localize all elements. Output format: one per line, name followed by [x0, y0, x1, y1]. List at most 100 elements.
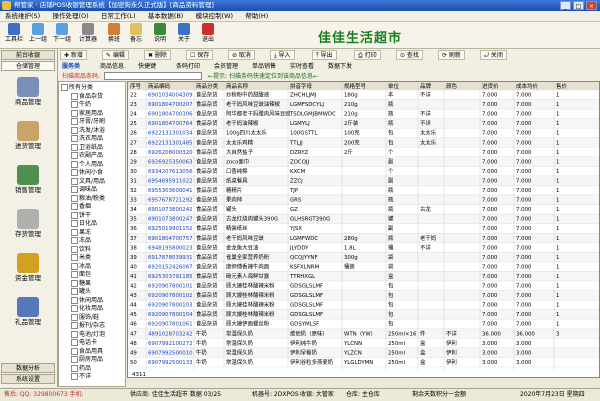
- tree-node-label: 电池/灯泡: [79, 330, 106, 338]
- table-cell: 3.000: [482, 341, 498, 347]
- menu-basic-data[interactable]: 基本数据(B): [143, 11, 189, 21]
- table-cell: 3.000: [482, 350, 498, 356]
- table-cell: 210g: [344, 102, 358, 108]
- tree-node[interactable]: 不详: [71, 372, 91, 381]
- data-analysis-button[interactable]: 数据分析: [1, 363, 55, 373]
- table-cell: 食品杂货: [196, 310, 218, 318]
- front-cashier-button[interactable]: 前台收银: [1, 50, 55, 60]
- table-cell: 不详: [446, 329, 457, 337]
- table-cell: 精装纸丝: [226, 224, 248, 232]
- toolbar-button-4[interactable]: 换班: [104, 23, 124, 47]
- function-button-9[interactable]: ⟳ 刷新: [438, 50, 465, 60]
- table-cell: 7.000: [482, 140, 498, 146]
- function-button-5[interactable]: ⤓ 导入: [270, 50, 295, 60]
- table-cell: 26: [130, 131, 137, 137]
- table-cell: 件: [420, 329, 426, 337]
- table-cell: GDSGLSLMF: [290, 312, 323, 318]
- table-cell: 1: [556, 93, 559, 99]
- table-cell: 6920907801061: [148, 322, 193, 328]
- tree-node-label: 冻品: [79, 237, 92, 244]
- table-cell: 6925019901152: [148, 226, 193, 232]
- function-button-0[interactable]: ✚ 新增: [60, 50, 87, 60]
- maximize-button[interactable]: □: [573, 1, 584, 10]
- toolbar-button-3[interactable]: 计算器: [78, 23, 98, 47]
- expand-icon: [71, 203, 78, 210]
- table-cell: 包: [388, 282, 394, 290]
- table-cell: TTRHXGL: [289, 274, 315, 280]
- toolbar-button-5[interactable]: 备忘: [126, 23, 146, 47]
- table-cell: 6954695911022: [148, 178, 193, 184]
- table-cell: 1: [556, 226, 559, 232]
- module-purchase[interactable]: 进货管理: [4, 121, 52, 155]
- module-label: 资金管理: [15, 274, 41, 282]
- subtab-3[interactable]: 条码打印: [176, 62, 200, 71]
- table-cell: 7.000: [516, 169, 532, 175]
- module-gift[interactable]: 礼品管理: [4, 297, 52, 331]
- expand-icon: [71, 211, 78, 219]
- subtab-4[interactable]: 会员管理: [214, 62, 238, 71]
- table-cell: 7.000: [482, 102, 498, 108]
- table-cell: 38: [130, 245, 137, 251]
- table-cell: 7.000: [482, 284, 498, 290]
- expand-icon: [71, 313, 78, 321]
- table-cell: 1: [556, 102, 559, 108]
- table-cell: 口香纯棉: [226, 167, 248, 175]
- function-button-1[interactable]: ✎ 编辑: [102, 50, 129, 60]
- subtab-0[interactable]: 服务类: [62, 62, 80, 71]
- function-button-6[interactable]: ⤒ 导出: [312, 50, 337, 60]
- table-cell: 食品杂货: [196, 234, 218, 242]
- function-button-8[interactable]: ⊙ 查找: [396, 50, 423, 60]
- toolbar-button-0[interactable]: 工具栏: [4, 23, 24, 47]
- table-cell: TJP: [289, 188, 299, 194]
- menu-operation[interactable]: 操作处理(O): [47, 11, 93, 21]
- subtab-5[interactable]: 单品销售: [252, 62, 276, 71]
- function-button-3[interactable]: ☐ 保存: [186, 50, 214, 60]
- table-cell: 7.000: [516, 198, 532, 204]
- table-cell: KXCM: [290, 169, 306, 175]
- scan-barcode-input[interactable]: [104, 72, 202, 80]
- subtab-7[interactable]: 数据下发: [328, 62, 352, 71]
- module-sales[interactable]: 销售管理: [4, 165, 52, 199]
- menu-help[interactable]: 帮助(H): [240, 11, 273, 21]
- module-goods[interactable]: 商品管理: [4, 77, 52, 111]
- table-cell: 6907992500010: [148, 350, 193, 356]
- table-cell: 7.000: [482, 178, 498, 184]
- table-cell: 7.000: [482, 121, 498, 127]
- table-cell: GDSGLSLMF: [290, 284, 323, 290]
- close-button[interactable]: ×: [586, 1, 597, 10]
- app-icon: [2, 1, 11, 10]
- menu-module[interactable]: 模块控制(W): [191, 11, 239, 21]
- toolbar-button-2[interactable]: 下一组: [52, 23, 72, 47]
- system-settings-button[interactable]: 系统设置: [1, 374, 55, 384]
- function-button-7[interactable]: ⎙ 打印: [354, 50, 381, 60]
- subtab-6[interactable]: 实时查看: [290, 62, 314, 71]
- function-button-10[interactable]: ⤾ 关闭: [480, 50, 507, 60]
- menu-daily[interactable]: 日常工作(L): [96, 11, 141, 21]
- minimize-button[interactable]: _: [560, 1, 571, 10]
- expand-icon: [71, 364, 78, 372]
- table-cell: 300g: [344, 255, 358, 261]
- toolbar-button-1[interactable]: 上一组: [28, 23, 48, 47]
- toolbar-button-7[interactable]: 关于: [174, 23, 194, 47]
- function-button-2[interactable]: ✖ 删除: [144, 50, 171, 60]
- menu-system[interactable]: 系统维护(S): [0, 11, 45, 21]
- subtab-1[interactable]: 商品信息: [100, 62, 124, 71]
- table-cell: 包: [388, 129, 394, 137]
- module-money[interactable]: 资金管理: [4, 253, 52, 287]
- table-cell: 瓶: [388, 100, 394, 108]
- table-cell: 7.000: [516, 140, 532, 146]
- table-cell: 1: [556, 312, 559, 318]
- table-header-cell: 成本均价: [516, 82, 539, 90]
- function-button-4[interactable]: ⊘ 取消: [228, 50, 255, 60]
- table-cell: 顾大嫂桂林酸辣米粉: [226, 301, 275, 309]
- subtab-2[interactable]: 快捷键: [138, 62, 156, 71]
- warehouse-button[interactable]: 仓储管理: [1, 61, 55, 71]
- table-cell: 伊利: [446, 348, 457, 356]
- toolbar-button-6[interactable]: 说明: [150, 23, 170, 47]
- table-cell: 不详: [420, 243, 431, 251]
- table-cell: 7.000: [482, 159, 498, 165]
- module-inventory[interactable]: 存货管理: [4, 209, 52, 243]
- table-cell: 1: [556, 217, 559, 223]
- toolbar-button-8[interactable]: 退出: [198, 23, 218, 47]
- table-cell: 6920907800104: [148, 312, 193, 318]
